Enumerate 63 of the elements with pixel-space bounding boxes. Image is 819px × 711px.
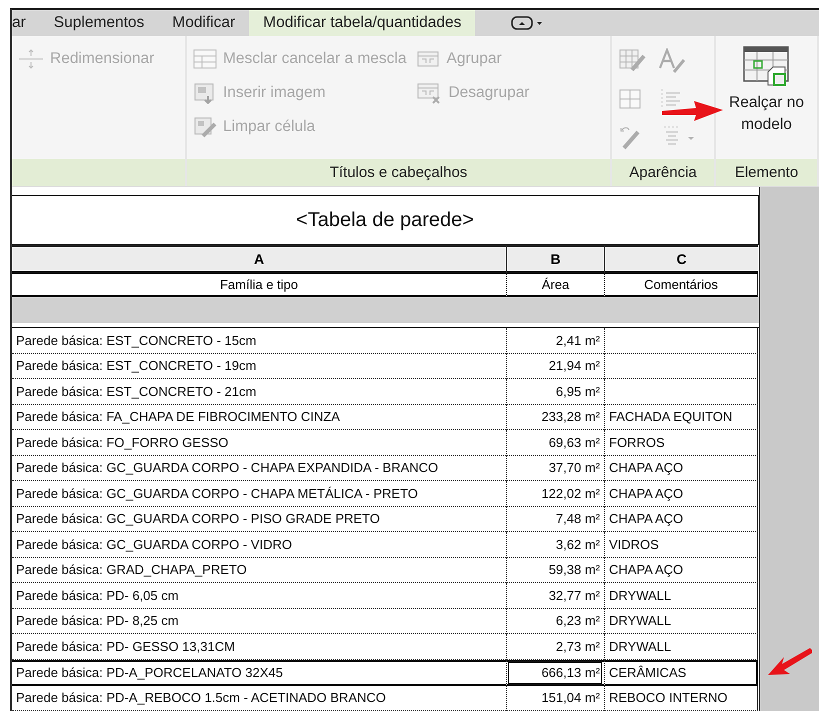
table-cell: 32,77 m² <box>506 583 604 608</box>
table-cell: FORROS <box>604 430 758 456</box>
table-cell: DRYWALL <box>604 583 758 608</box>
table-cell: 151,04 m² <box>506 686 604 711</box>
table-cell: 2,73 m² <box>506 634 604 660</box>
table-cell: Parede básica: PD- GESSO 13,31CM <box>12 634 506 660</box>
panel-label: Títulos e cabeçalhos <box>330 164 468 181</box>
table-cell: 6,95 m² <box>506 379 604 404</box>
table-cell: Parede básica: EST_CONCRETO - 15cm <box>12 328 506 354</box>
table-cell: 21,94 m² <box>506 354 604 379</box>
merge-icon <box>193 48 217 70</box>
table-cell: DRYWALL <box>604 608 758 634</box>
table-cell: 122,02 m² <box>506 481 604 506</box>
table-cell: 37,70 m² <box>506 456 604 481</box>
table-cell: CHAPA AÇO <box>604 506 758 532</box>
table-cell: Parede básica: GC_GUARDA CORPO - VIDRO <box>12 532 506 558</box>
schedule-title: <Tabela de parede> <box>12 195 759 245</box>
table-cell: Parede básica: PD- 6,05 cm <box>12 583 506 608</box>
column-letter[interactable]: A <box>12 245 506 274</box>
arrow-icon <box>768 648 812 678</box>
table-cell: 666,13 m² <box>506 660 604 686</box>
table-cell: Parede básica: EST_CONCRETO - 21cm <box>12 379 506 404</box>
brush-grid-icon <box>618 48 648 74</box>
panel-label: Elemento <box>734 164 798 181</box>
table-cell: Parede básica: PD- 8,25 cm <box>12 608 506 634</box>
table-cell: CHAPA AÇO <box>604 456 758 481</box>
arrow-icon <box>662 101 723 123</box>
column-letter[interactable]: C <box>604 245 758 274</box>
table-cell: CHAPA AÇO <box>604 481 758 506</box>
table-cell: REBOCO INTERNO <box>604 686 758 711</box>
table-cell: 3,62 m² <box>506 532 604 558</box>
ribbon-tab[interactable]: ar <box>12 10 40 36</box>
ribbon-tab[interactable]: Modificar tabela/quantidades <box>249 10 476 36</box>
table-cell: Parede básica: PD-A_PORCELANATO 32X45 <box>12 660 506 686</box>
clear-cell-icon <box>193 116 217 138</box>
ribbon-tab[interactable]: Suplementos <box>40 10 158 36</box>
table-cell: CERÂMICAS <box>604 660 758 686</box>
table-cell: Parede básica: GC_GUARDA CORPO - CHAPA EXPANDIDA - BRANCO <box>12 456 506 481</box>
table-cell: VIDROS <box>604 532 758 558</box>
table-cell: CHAPA AÇO <box>604 558 758 583</box>
table-cell: Parede básica: EST_CONCRETO - 19cm <box>12 354 506 379</box>
table-cell: Parede básica: PD-A_REBOCO 1.5cm - ACETINADO BRANCO <box>12 686 506 711</box>
resize-icon <box>18 48 44 70</box>
table-cell: FACHADA EQUITON <box>604 404 758 430</box>
panel-toggle-icon[interactable] <box>511 16 544 30</box>
table-cell: DRYWALL <box>604 634 758 660</box>
table-cell: 69,63 m² <box>506 430 604 456</box>
table-cell: 233,28 m² <box>506 404 604 430</box>
table-cell: 59,38 m² <box>506 558 604 583</box>
table-cell: 2,41 m² <box>506 328 604 354</box>
table-cell: Parede básica: FO_FORRO GESSO <box>12 430 506 456</box>
table-cell: 6,23 m² <box>506 608 604 634</box>
panel-label: Aparência <box>629 164 697 181</box>
table-cell: 7,48 m² <box>506 506 604 532</box>
table-cell: Parede básica: GRAD_CHAPA_PRETO <box>12 558 506 583</box>
table-cell: Parede básica: FA_CHAPA DE FIBROCIMENTO CINZA <box>12 404 506 430</box>
column-letter[interactable]: B <box>506 245 604 274</box>
ungroup-icon <box>416 81 442 105</box>
table-cell: Parede básica: GC_GUARDA CORPO - PISO GRADE PRETO <box>12 506 506 532</box>
table-cell: Parede básica: GC_GUARDA CORPO - CHAPA METÁLICA - PRETO <box>12 481 506 506</box>
highlight-in-model-button[interactable]: Realçar no modelo <box>720 42 812 138</box>
ribbon-tab[interactable]: Modificar <box>158 10 250 36</box>
font-pencil-icon <box>658 48 688 74</box>
